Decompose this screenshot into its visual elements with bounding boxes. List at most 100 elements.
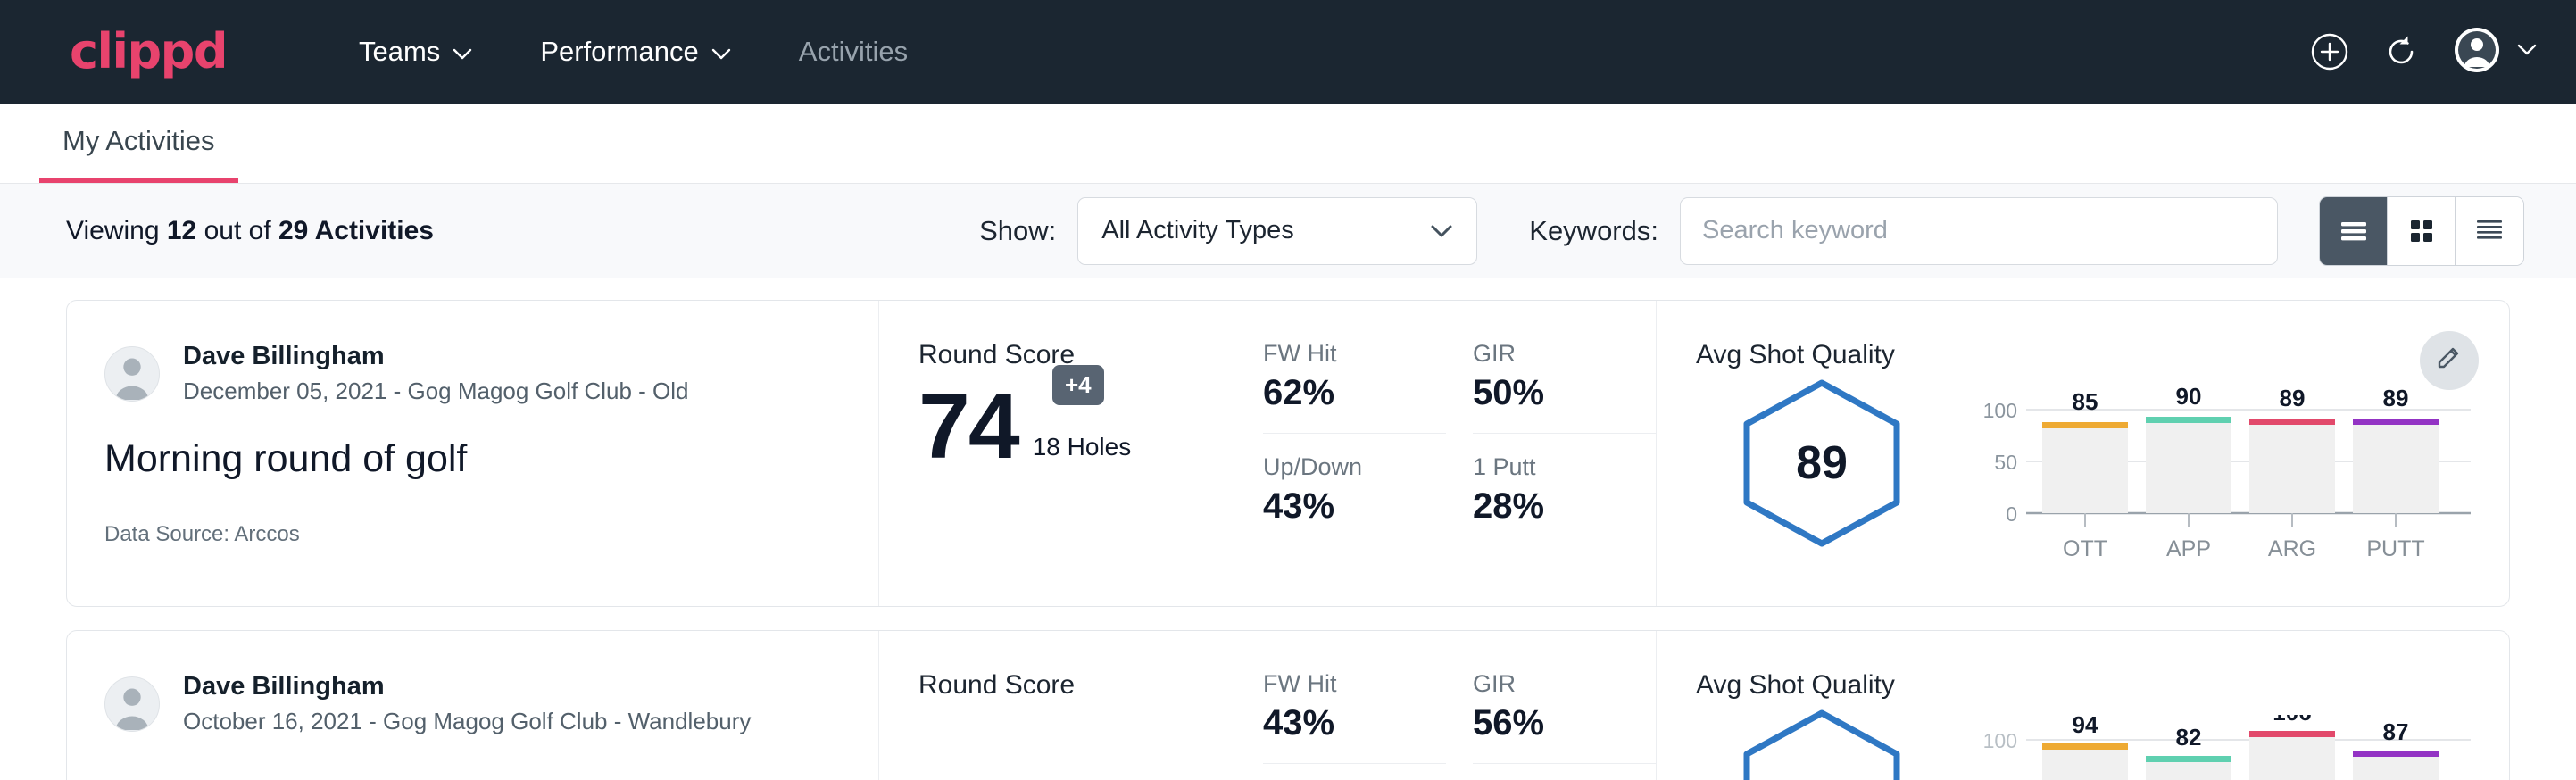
round-score-row: 74 +4 18 Holes [918, 385, 1263, 470]
stat-value: 56% [1473, 703, 1656, 743]
player-identity-text: Dave Billingham December 05, 2021 - Gog … [183, 340, 689, 407]
search-box[interactable] [1680, 197, 2278, 265]
viewing-middle: out of [204, 216, 271, 245]
bar-chart-svg: 100 50 0 85 OTT 90 APP [1971, 385, 2471, 572]
stat-value: 50% [1473, 373, 1656, 413]
stat-label: Up/Down [1263, 453, 1446, 481]
stat-fw-hit: FW Hit 62% [1263, 340, 1446, 434]
svg-text:89: 89 [2383, 385, 2409, 411]
stat-label: GIR [1473, 670, 1656, 698]
player-name: Dave Billingham [183, 340, 689, 372]
svg-text:100: 100 [1983, 729, 2017, 752]
compact-view-button[interactable] [2456, 197, 2523, 265]
keywords-label: Keywords: [1529, 215, 1658, 247]
score-to-par-badge: +4 [1052, 365, 1104, 405]
tab-strip: My Activities [0, 104, 2576, 184]
view-mode-toggle-group [2319, 196, 2524, 266]
stat-value: 28% [1473, 486, 1656, 527]
list-view-button[interactable] [2320, 197, 2388, 265]
shot-quality-bar-chart: 100 50 0 94 82 106 [1971, 715, 2471, 780]
primary-nav-links: Teams Performance Activities [325, 36, 942, 68]
svg-text:ARG: ARG [2268, 536, 2316, 561]
activity-card[interactable]: Dave Billingham October 16, 2021 - Gog M… [66, 630, 2510, 780]
avg-shot-quality-row: 89 100 50 0 85 [1696, 376, 2509, 577]
svg-text:85: 85 [2073, 388, 2098, 415]
stat-label: GIR [1473, 340, 1656, 368]
avg-shot-quality-value: 89 [1739, 376, 1905, 551]
viewing-count: 12 [167, 216, 196, 245]
filter-toolbar: Viewing 12 out of 29 Activities Show: Al… [0, 184, 2576, 278]
svg-text:87: 87 [2383, 718, 2409, 745]
account-menu[interactable] [2453, 26, 2537, 79]
stat-label: FW Hit [1263, 340, 1446, 368]
player-identity-text: Dave Billingham October 16, 2021 - Gog M… [183, 670, 751, 737]
search-input[interactable] [1702, 216, 2256, 245]
stat-fw-hit: FW Hit 43% [1263, 670, 1446, 764]
player-identity-row: Dave Billingham December 05, 2021 - Gog … [104, 340, 878, 407]
account-avatar-icon [2453, 26, 2501, 79]
pencil-icon [2435, 344, 2464, 378]
stat-value: 43% [1263, 703, 1446, 743]
round-score-column: Round Score [879, 631, 1263, 780]
hexagon-score-badge: 89 [1739, 376, 1905, 551]
holes-played-label: 18 Holes [1033, 433, 1132, 461]
svg-text:0: 0 [2006, 502, 2017, 526]
nav-item-activities[interactable]: Activities [765, 36, 942, 68]
stat-gir: GIR 50% [1473, 340, 1656, 434]
stat-value: 43% [1263, 486, 1446, 527]
edit-activity-button[interactable] [2420, 331, 2479, 390]
nav-item-teams[interactable]: Teams [325, 36, 506, 68]
avg-shot-quality-column: Avg Shot Quality 89 100 [1656, 301, 2509, 606]
tab-my-activities[interactable]: My Activities [39, 104, 238, 183]
show-label: Show: [979, 215, 1056, 247]
clippd-logo[interactable]: clippd [70, 28, 227, 76]
svg-text:APP: APP [2166, 536, 2211, 561]
stat-up-down: Up/Down 43% [1263, 453, 1446, 535]
chevron-down-icon [453, 36, 472, 68]
svg-text:100: 100 [1983, 399, 2017, 422]
stat-value: 62% [1263, 373, 1446, 413]
stats-grid: FW Hit 43% GIR 56% [1263, 670, 1656, 780]
hexagon-score-badge [1739, 706, 1905, 780]
stats-column: FW Hit 62% GIR 50% Up/Down 43% 1 Putt 28… [1263, 301, 1656, 606]
bar-chart-svg: 100 50 0 94 82 106 [1971, 715, 2471, 780]
activity-type-value: All Activity Types [1101, 216, 1430, 245]
viewing-prefix: Viewing [66, 216, 160, 245]
svg-text:50: 50 [1994, 451, 2017, 474]
card-identity-column: Dave Billingham October 16, 2021 - Gog M… [67, 631, 879, 780]
stats-grid: FW Hit 62% GIR 50% Up/Down 43% 1 Putt 28… [1263, 340, 1656, 535]
viewing-count-text: Viewing 12 out of 29 Activities [66, 216, 434, 246]
activity-type-select[interactable]: All Activity Types [1077, 197, 1477, 265]
player-identity-row: Dave Billingham October 16, 2021 - Gog M… [104, 670, 878, 737]
viewing-total: 29 Activities [278, 216, 434, 245]
round-score-column: Round Score 74 +4 18 Holes [879, 301, 1263, 606]
activity-title: Morning round of golf [104, 437, 878, 481]
toolbar-controls: Show: All Activity Types Keywords: [979, 196, 2524, 266]
add-circle-icon[interactable] [2310, 32, 2349, 71]
stat-one-putt: 1 Putt 28% [1473, 453, 1656, 535]
svg-text:106: 106 [2273, 715, 2311, 726]
round-score-value: 74 [918, 385, 1018, 470]
stat-label: FW Hit [1263, 670, 1446, 698]
nav-item-teams-label: Teams [359, 36, 440, 68]
avatar [104, 676, 160, 732]
activity-card[interactable]: Dave Billingham December 05, 2021 - Gog … [66, 300, 2510, 607]
stat-label: 1 Putt [1473, 453, 1656, 481]
avatar [104, 346, 160, 402]
svg-text:89: 89 [2280, 385, 2306, 411]
refresh-icon[interactable] [2381, 32, 2421, 71]
nav-item-activities-label: Activities [799, 36, 908, 68]
top-navigation-bar: clippd Teams Performance Activities [0, 0, 2576, 104]
nav-item-performance[interactable]: Performance [506, 36, 764, 68]
chevron-down-icon [1430, 216, 1453, 245]
tab-my-activities-label: My Activities [62, 125, 215, 157]
grid-view-button[interactable] [2388, 197, 2456, 265]
avg-shot-quality-column: Avg Shot Quality 100 50 0 [1656, 631, 2509, 780]
avg-shot-quality-heading: Avg Shot Quality [1696, 670, 2509, 701]
stat-gir: GIR 56% [1473, 670, 1656, 764]
activity-card-list: Dave Billingham December 05, 2021 - Gog … [0, 278, 2576, 780]
svg-text:90: 90 [2176, 385, 2202, 410]
round-score-heading: Round Score [918, 670, 1263, 701]
shot-quality-bar-chart: 100 50 0 85 OTT 90 APP [1971, 385, 2471, 577]
svg-text:94: 94 [2073, 715, 2098, 738]
